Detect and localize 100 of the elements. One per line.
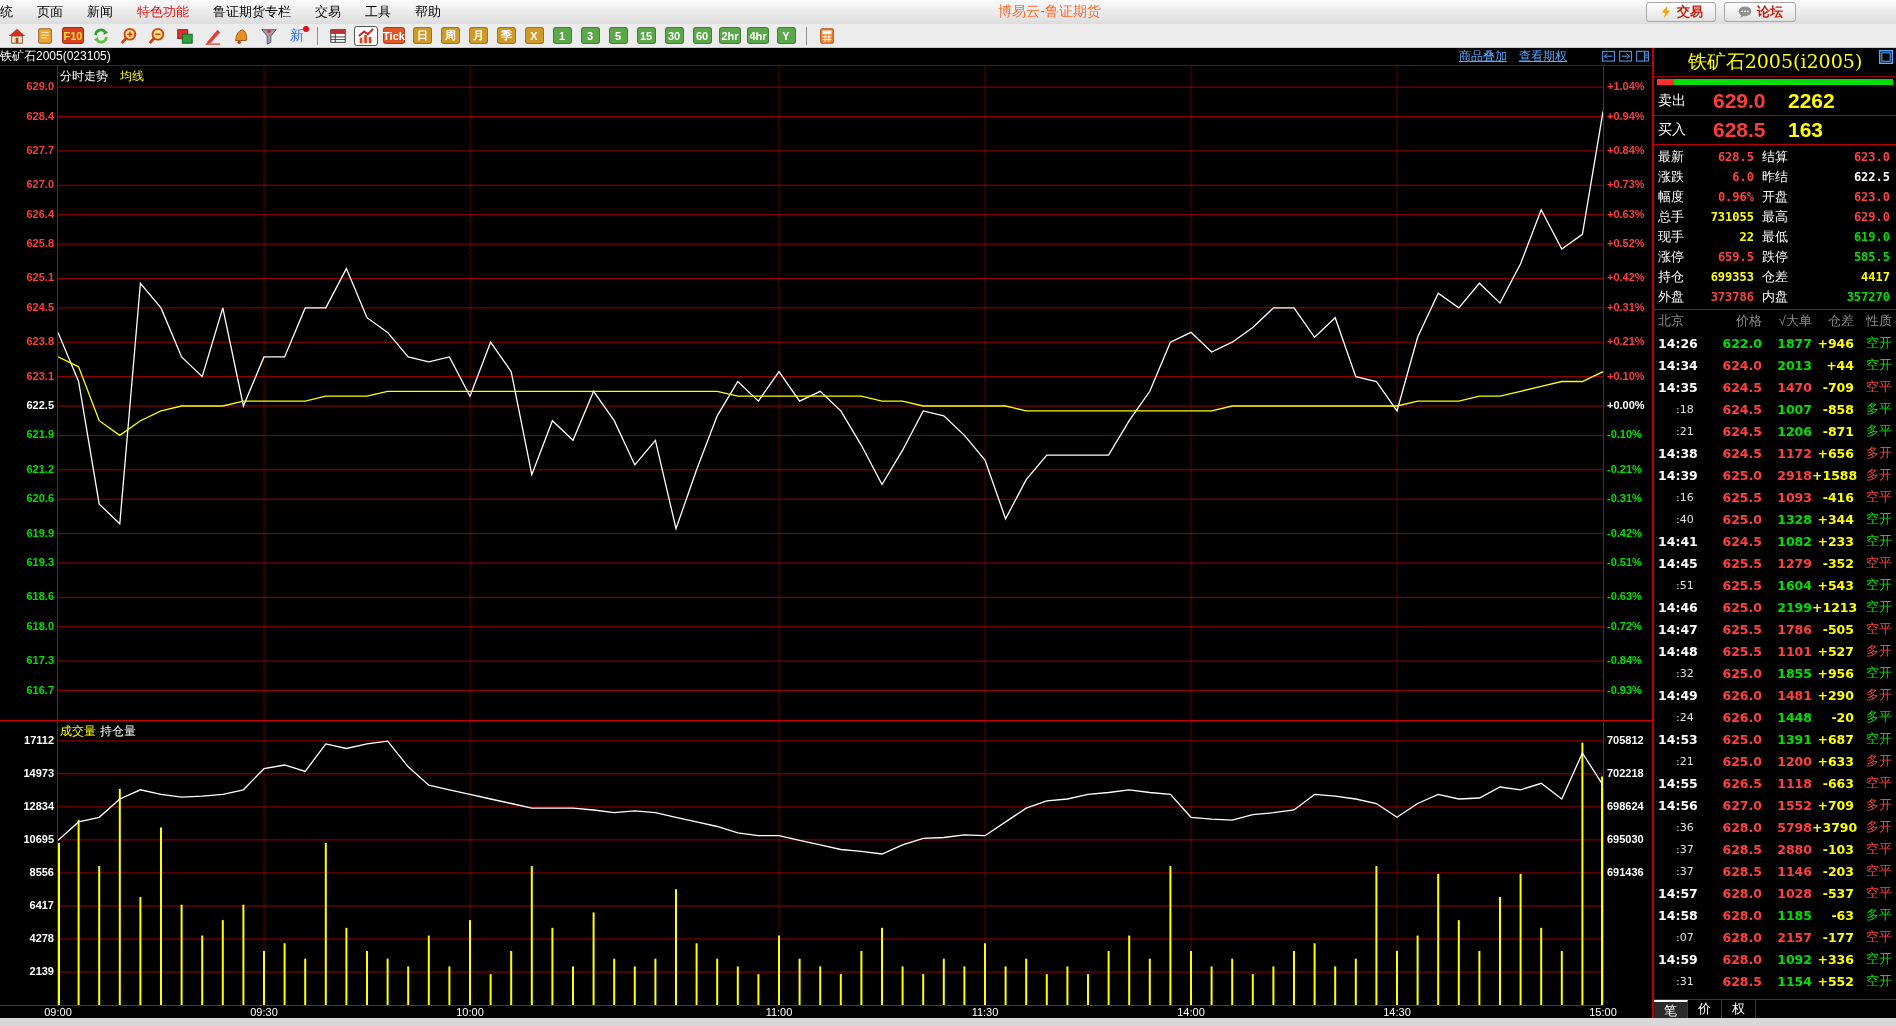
instrument-title: 铁矿石2005(i2005) bbox=[1687, 49, 1863, 74]
trade-change: +336 bbox=[1816, 951, 1854, 967]
legend-label: 成交量 bbox=[60, 723, 96, 740]
stat-label: 最低 bbox=[1762, 228, 1789, 246]
trade-volume: 1206 bbox=[1776, 423, 1812, 439]
trade-time: :16 bbox=[1675, 490, 1695, 504]
trade-price: 624.0 bbox=[1721, 357, 1762, 373]
trade-type: 多开 bbox=[1865, 686, 1892, 704]
trade-time: :37 bbox=[1675, 842, 1695, 856]
trade-time: :51 bbox=[1675, 578, 1695, 592]
trade-price: 624.5 bbox=[1721, 533, 1762, 549]
trade-change: -63 bbox=[1830, 907, 1854, 923]
trade-price: 625.0 bbox=[1721, 731, 1762, 747]
trade-type: 空平 bbox=[1865, 840, 1892, 858]
trade-price: 628.0 bbox=[1721, 907, 1762, 923]
trade-price: 628.0 bbox=[1721, 929, 1762, 945]
column-header: 北京 bbox=[1658, 312, 1685, 330]
axis-label: 10695 bbox=[23, 832, 54, 846]
stat-value: 0.96% bbox=[1716, 190, 1755, 204]
trade-type: 空平 bbox=[1865, 884, 1892, 902]
trade-price: 628.5 bbox=[1721, 863, 1762, 879]
stat-value: 731055 bbox=[1709, 210, 1755, 224]
trade-volume: 1146 bbox=[1776, 863, 1812, 879]
quote-volume: 163 bbox=[1788, 118, 1824, 142]
axis-label: 618.0 bbox=[26, 619, 54, 633]
trade-volume: 1855 bbox=[1776, 665, 1812, 681]
trade-price: 624.5 bbox=[1721, 423, 1762, 439]
trade-volume: 1007 bbox=[1776, 401, 1812, 417]
trade-type: 多平 bbox=[1865, 906, 1892, 924]
trade-volume: 1028 bbox=[1776, 885, 1812, 901]
axis-label: 629.0 bbox=[26, 80, 54, 94]
axis-label: 620.6 bbox=[26, 492, 54, 506]
trade-price: 628.5 bbox=[1721, 973, 1762, 989]
trade-time: 14:47 bbox=[1658, 621, 1699, 637]
axis-label: 626.4 bbox=[26, 207, 54, 221]
stat-value: 585.5 bbox=[1852, 250, 1891, 264]
time-label: 11:30 bbox=[970, 1006, 1000, 1019]
stat-label: 现手 bbox=[1658, 228, 1685, 246]
axis-label: 621.2 bbox=[26, 462, 54, 476]
trade-time: :37 bbox=[1675, 864, 1695, 878]
trade-volume: 2013 bbox=[1776, 357, 1812, 373]
axis-label: 616.7 bbox=[26, 683, 54, 697]
axis-label: 702218 bbox=[1607, 767, 1644, 780]
trade-price: 624.5 bbox=[1721, 445, 1762, 461]
axis-label: 628.4 bbox=[26, 109, 54, 123]
trade-type: 多平 bbox=[1865, 708, 1892, 726]
trade-time: :18 bbox=[1675, 402, 1695, 416]
trade-time: :21 bbox=[1675, 424, 1695, 438]
stat-label: 仓差 bbox=[1762, 268, 1789, 286]
time-label: 14:30 bbox=[1382, 1006, 1412, 1019]
trade-type: 空平 bbox=[1865, 378, 1892, 396]
trade-type: 多平 bbox=[1865, 422, 1892, 440]
trade-volume: 2157 bbox=[1776, 929, 1812, 945]
trade-volume: 2199 bbox=[1776, 599, 1812, 615]
trade-volume: 1552 bbox=[1776, 797, 1812, 813]
trade-price: 622.0 bbox=[1721, 335, 1762, 351]
axis-label: -0.31% bbox=[1607, 492, 1642, 506]
axis-label: 619.3 bbox=[26, 556, 54, 569]
trade-time: 14:59 bbox=[1658, 951, 1699, 967]
stat-label: 跌停 bbox=[1762, 248, 1789, 266]
stat-value: 357270 bbox=[1845, 290, 1891, 304]
legend-label: 分时走势 bbox=[60, 68, 108, 85]
stat-label: 总手 bbox=[1658, 208, 1685, 226]
axis-label: 627.7 bbox=[26, 143, 54, 157]
quote-price: 629.0 bbox=[1713, 89, 1767, 113]
trade-change: +656 bbox=[1816, 445, 1854, 461]
trade-time: 14:41 bbox=[1658, 533, 1699, 549]
axis-label: 621.9 bbox=[26, 428, 54, 442]
trade-time: 14:55 bbox=[1658, 775, 1699, 791]
axis-label: 2139 bbox=[29, 965, 54, 978]
axis-label: 691436 bbox=[1607, 866, 1644, 879]
trade-time: 14:49 bbox=[1658, 687, 1699, 703]
trade-price: 625.5 bbox=[1721, 555, 1762, 571]
legend-label: 均线 bbox=[120, 68, 144, 85]
trade-time: :24 bbox=[1675, 710, 1695, 724]
axis-label: 698624 bbox=[1607, 800, 1644, 813]
trade-time: 14:58 bbox=[1658, 907, 1699, 923]
axis-label: 14973 bbox=[23, 766, 54, 780]
stat-value: 659.5 bbox=[1716, 250, 1755, 264]
trade-type: 空开 bbox=[1865, 510, 1892, 528]
trade-change: -177 bbox=[1821, 929, 1854, 945]
legend-label: 持仓量 bbox=[100, 723, 136, 740]
axis-label: 4278 bbox=[29, 931, 54, 945]
trade-change: +44 bbox=[1825, 357, 1854, 373]
axis-label: +0.84% bbox=[1607, 143, 1645, 157]
trade-time: :40 bbox=[1675, 512, 1695, 526]
trade-change: -20 bbox=[1830, 709, 1854, 725]
quote-label: 买入 bbox=[1658, 121, 1687, 139]
trade-type: 空平 bbox=[1865, 620, 1892, 638]
trade-type: 多开 bbox=[1865, 642, 1892, 660]
trade-time: 14:56 bbox=[1658, 797, 1699, 813]
trade-change: -858 bbox=[1821, 401, 1854, 417]
trade-time: 14:35 bbox=[1658, 379, 1699, 395]
stat-label: 昨结 bbox=[1762, 168, 1789, 186]
trade-change: +543 bbox=[1816, 577, 1854, 593]
time-label: 15:00 bbox=[1588, 1006, 1618, 1019]
column-header: 仓差 bbox=[1827, 312, 1854, 330]
trade-time: 14:39 bbox=[1658, 467, 1699, 483]
axis-label: 12834 bbox=[23, 799, 54, 813]
axis-label: -0.21% bbox=[1607, 462, 1642, 476]
